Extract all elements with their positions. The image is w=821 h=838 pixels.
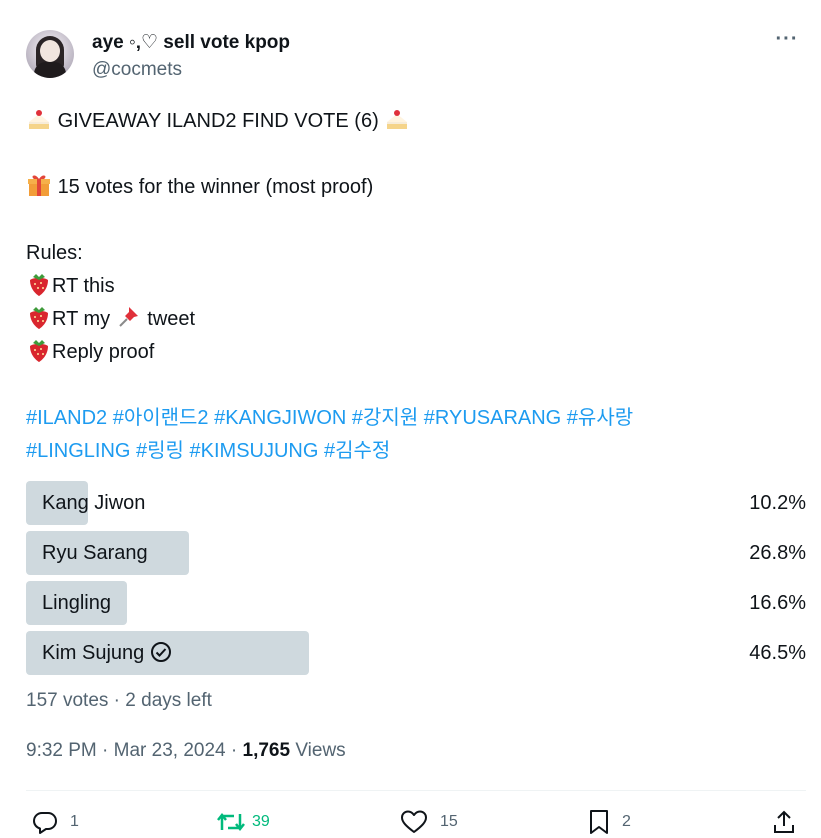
tweet-text: GIVEAWAY ILAND2 FIND VOTE (6) 15 votes f… bbox=[26, 105, 806, 468]
poll-option-percent: 16.6% bbox=[749, 592, 806, 614]
poll-option: Kim Sujung 46.5% bbox=[26, 631, 806, 675]
share-button[interactable] bbox=[772, 806, 796, 838]
heart-icon bbox=[401, 810, 427, 833]
bookmark-button[interactable]: 2 bbox=[588, 806, 631, 838]
like-button[interactable]: 15 bbox=[400, 806, 458, 838]
author-display-name[interactable]: aye ◦‚♡ sell vote kpop bbox=[92, 31, 290, 54]
cake-icon bbox=[387, 110, 408, 129]
poll-option-percent: 10.2% bbox=[749, 492, 806, 514]
poll-option-percent: 46.5% bbox=[749, 642, 806, 664]
rule-text: Reply proof bbox=[52, 341, 155, 363]
pushpin-icon bbox=[119, 307, 138, 327]
rule-text: RT my bbox=[52, 308, 111, 330]
poll-option-label: Kang Jiwon bbox=[42, 492, 146, 514]
action-bar: 1 39 15 2 bbox=[26, 806, 806, 838]
strawberry-icon bbox=[30, 274, 48, 296]
prize-line: 15 votes for the winner (most proof) bbox=[26, 171, 806, 204]
author-handle[interactable]: @cocmets bbox=[92, 59, 182, 81]
like-count: 15 bbox=[440, 813, 458, 830]
reply-count: 1 bbox=[70, 813, 79, 830]
poll-option-label: Lingling bbox=[42, 592, 111, 614]
retweet-icon bbox=[217, 812, 245, 832]
check-circle-icon bbox=[151, 642, 172, 662]
rule-item: RT this bbox=[26, 270, 806, 303]
strawberry-icon bbox=[30, 340, 48, 362]
title-line: GIVEAWAY ILAND2 FIND VOTE (6) bbox=[26, 105, 806, 138]
poll: Kang Jiwon 10.2% Ryu Sarang 26.8% Lingli… bbox=[26, 481, 806, 681]
bookmark-icon bbox=[590, 810, 608, 834]
hashtag-links[interactable]: #ILAND2 #아이랜드2 #KANGJIWON #강지원 #RYUSARAN… bbox=[26, 402, 806, 435]
poll-option: Ryu Sarang 26.8% bbox=[26, 531, 806, 575]
prize-text: 15 votes for the winner (most proof) bbox=[57, 176, 374, 198]
more-options-icon[interactable]: ··· bbox=[769, 29, 805, 52]
hashtag-links[interactable]: #LINGLING #링링 #KIMSUJUNG #김수정 bbox=[26, 435, 806, 468]
poll-option-percent: 26.8% bbox=[749, 542, 806, 564]
share-icon bbox=[774, 810, 794, 833]
strawberry-icon bbox=[30, 307, 48, 329]
retweet-button[interactable]: 39 bbox=[216, 806, 270, 838]
tweet-timestamp[interactable]: 9:32 PM · Mar 23, 2024 · 1,765 Views bbox=[26, 740, 346, 762]
title-text: GIVEAWAY ILAND2 FIND VOTE (6) bbox=[57, 110, 379, 132]
rule-text: tweet bbox=[147, 308, 196, 330]
poll-option-label: Kim Sujung bbox=[42, 631, 172, 675]
cake-icon bbox=[29, 110, 49, 129]
divider bbox=[26, 790, 806, 791]
rule-item: Reply proof bbox=[26, 336, 806, 369]
avatar[interactable] bbox=[26, 30, 74, 78]
reply-button[interactable]: 1 bbox=[32, 806, 79, 838]
poll-meta: 157 votes · 2 days left bbox=[26, 690, 212, 711]
poll-option-label-text: Kim Sujung bbox=[42, 642, 145, 664]
views-count: 1,765 bbox=[242, 740, 291, 761]
poll-option: Lingling 16.6% bbox=[26, 581, 806, 625]
gift-icon bbox=[28, 175, 50, 196]
rules-heading: Rules: bbox=[26, 242, 83, 264]
reply-icon bbox=[33, 812, 57, 834]
poll-option: Kang Jiwon 10.2% bbox=[26, 481, 806, 525]
views-label: Views bbox=[290, 740, 346, 761]
tweet-header: aye ◦‚♡ sell vote kpop @cocmets ··· bbox=[26, 26, 805, 84]
poll-option-label: Ryu Sarang bbox=[42, 542, 148, 564]
rule-text: RT this bbox=[52, 275, 115, 297]
timestamp-time[interactable]: 9:32 PM · Mar 23, 2024 · bbox=[26, 740, 243, 761]
bookmark-count: 2 bbox=[622, 813, 631, 830]
rule-item: RT my tweet bbox=[26, 303, 806, 336]
retweet-count: 39 bbox=[252, 813, 270, 830]
